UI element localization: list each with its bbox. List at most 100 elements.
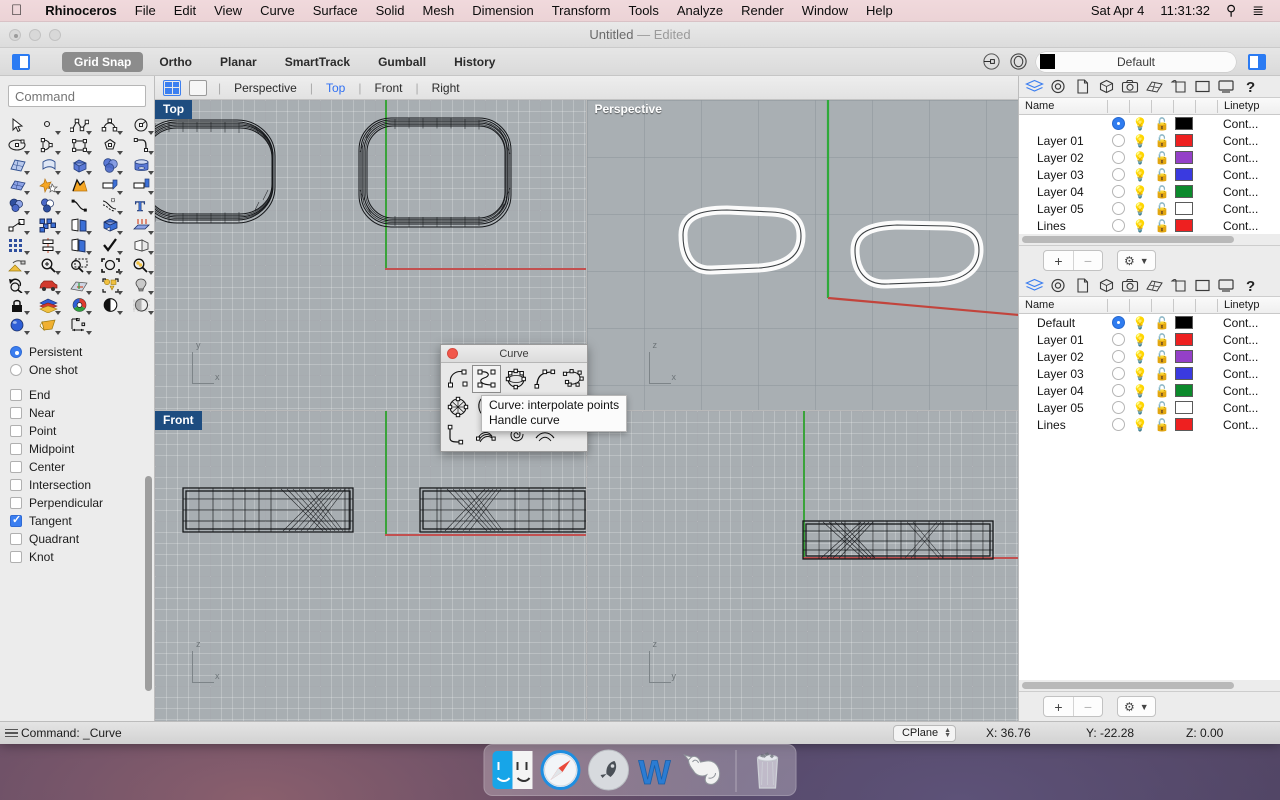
explode-icon[interactable] bbox=[33, 175, 64, 195]
rotate-3d-icon[interactable] bbox=[95, 215, 126, 235]
end-checkbox[interactable] bbox=[10, 389, 22, 401]
boolean-union-icon[interactable] bbox=[2, 195, 33, 215]
visibility-bulb-icon[interactable]: 💡 bbox=[1129, 202, 1151, 216]
page-layout-icon[interactable] bbox=[1166, 276, 1190, 296]
trim2-icon[interactable] bbox=[126, 175, 157, 195]
mirror-icon[interactable] bbox=[64, 215, 95, 235]
arc-icon[interactable] bbox=[33, 135, 64, 155]
zoom-in-icon[interactable] bbox=[33, 255, 64, 275]
four-view-layout-icon[interactable] bbox=[163, 79, 181, 96]
launchpad-icon[interactable] bbox=[587, 748, 631, 792]
menu-item-mesh[interactable]: Mesh bbox=[414, 0, 464, 22]
finder-icon[interactable] bbox=[491, 748, 535, 792]
close-button[interactable] bbox=[9, 28, 21, 41]
render-icon[interactable] bbox=[2, 255, 33, 275]
light-icon[interactable] bbox=[126, 275, 157, 295]
tab-front[interactable]: Front bbox=[368, 81, 408, 95]
table-row[interactable]: Layer 03 💡 🔓 Cont... bbox=[1019, 365, 1280, 382]
near-checkbox[interactable] bbox=[10, 407, 22, 419]
single-view-layout-icon[interactable] bbox=[189, 79, 207, 96]
table-row[interactable]: Lines 💡 🔓 Cont... bbox=[1019, 416, 1280, 433]
table-row[interactable]: Default 💡 🔓 Cont... bbox=[1019, 314, 1280, 331]
visibility-bulb-icon[interactable]: 💡 bbox=[1129, 117, 1151, 131]
fillet-curve-icon[interactable] bbox=[126, 135, 157, 155]
safari-icon[interactable] bbox=[539, 748, 583, 792]
curve-palette-header[interactable]: Curve bbox=[441, 345, 587, 363]
layer-color-swatch[interactable] bbox=[1175, 151, 1193, 164]
quadrant-checkbox[interactable] bbox=[10, 533, 22, 545]
notes-icon[interactable] bbox=[1070, 276, 1094, 296]
cplane-selector[interactable]: CPlane ▲ ▼ bbox=[892, 724, 956, 742]
circle-icon[interactable] bbox=[126, 115, 157, 135]
layer-color-swatch[interactable] bbox=[1175, 134, 1193, 147]
extrude-surface-icon[interactable] bbox=[33, 155, 64, 175]
lock-icon[interactable]: 🔓 bbox=[1151, 219, 1173, 233]
osnap-perpendicular[interactable]: Perpendicular bbox=[10, 494, 154, 512]
lock-icon[interactable]: 🔓 bbox=[1151, 384, 1173, 398]
camera-icon[interactable] bbox=[1118, 77, 1142, 97]
named-views-icon[interactable] bbox=[1190, 276, 1214, 296]
undo-view-icon[interactable] bbox=[2, 275, 33, 295]
maximize-button[interactable] bbox=[49, 28, 61, 41]
render-sphere-icon[interactable] bbox=[2, 315, 33, 335]
left-panel-toggle-icon[interactable] bbox=[12, 53, 30, 70]
menu-item-analyze[interactable]: Analyze bbox=[668, 0, 732, 22]
object-props-icon[interactable] bbox=[1094, 77, 1118, 97]
polyline-icon[interactable] bbox=[64, 115, 95, 135]
menu-item-dimension[interactable]: Dimension bbox=[463, 0, 542, 22]
page-layout-icon[interactable] bbox=[1166, 77, 1190, 97]
updown-stepper-icon[interactable]: ▲ ▼ bbox=[944, 727, 951, 739]
grid-array-icon[interactable] bbox=[2, 235, 33, 255]
help-icon[interactable]: ? bbox=[1238, 77, 1262, 97]
osnap-center[interactable]: Center bbox=[10, 458, 154, 476]
menu-item-solid[interactable]: Solid bbox=[367, 0, 414, 22]
add-layer-button[interactable]: + bbox=[1044, 697, 1073, 716]
named-cplane-icon[interactable] bbox=[64, 275, 95, 295]
lock-icon[interactable]: 🔓 bbox=[1151, 418, 1173, 432]
current-layer-radio[interactable] bbox=[1111, 367, 1125, 380]
layer-options-menu[interactable]: ⚙ ▼ bbox=[1117, 696, 1156, 717]
menu-item-curve[interactable]: Curve bbox=[251, 0, 304, 22]
center-checkbox[interactable] bbox=[10, 461, 22, 473]
point-checkbox[interactable] bbox=[10, 425, 22, 437]
current-layer-radio[interactable] bbox=[1111, 384, 1125, 397]
osnap-end[interactable]: End bbox=[10, 386, 154, 404]
layers-icon[interactable] bbox=[1022, 276, 1046, 296]
layer-color-swatch[interactable] bbox=[1175, 384, 1193, 397]
help-icon[interactable]: ? bbox=[1238, 276, 1262, 296]
sphere-boolean-icon[interactable] bbox=[95, 155, 126, 175]
midpoint-checkbox[interactable] bbox=[10, 443, 22, 455]
tab-right[interactable]: Right bbox=[426, 81, 466, 95]
visibility-bulb-icon[interactable]: 💡 bbox=[1129, 316, 1151, 330]
tab-perspective[interactable]: Perspective bbox=[228, 81, 303, 95]
word-icon[interactable]: W W bbox=[635, 748, 679, 793]
select-objects-icon[interactable] bbox=[95, 275, 126, 295]
viewport-label-top[interactable]: Top bbox=[155, 100, 193, 119]
select-arrow-icon[interactable] bbox=[2, 115, 33, 135]
menu-item-window[interactable]: Window bbox=[793, 0, 857, 22]
point-icon[interactable] bbox=[33, 115, 64, 135]
intersection-checkbox[interactable] bbox=[10, 479, 22, 491]
layer-color-swatch[interactable] bbox=[1175, 219, 1193, 232]
grid-snap-button[interactable]: Grid Snap bbox=[62, 51, 144, 72]
osnap-point[interactable]: Point bbox=[10, 422, 154, 440]
control-point-curve-icon[interactable] bbox=[443, 365, 472, 393]
minimize-button[interactable] bbox=[29, 28, 41, 41]
menu-item-file[interactable]: File bbox=[126, 0, 165, 22]
visibility-bulb-icon[interactable]: 💡 bbox=[1129, 168, 1151, 182]
layer-color-swatch[interactable] bbox=[1175, 350, 1193, 363]
curve-from-object-icon[interactable] bbox=[64, 195, 95, 215]
current-layer-radio[interactable] bbox=[1111, 219, 1125, 232]
lock-icon[interactable]: 🔓 bbox=[1151, 185, 1173, 199]
trim-icon[interactable] bbox=[95, 175, 126, 195]
table-row[interactable]: Layer 05 💡 🔓 Cont... bbox=[1019, 399, 1280, 416]
scale-icon[interactable] bbox=[2, 215, 33, 235]
layer-color-swatch[interactable] bbox=[1175, 202, 1193, 215]
interpolate-points-curve-icon[interactable] bbox=[472, 365, 501, 393]
visibility-bulb-icon[interactable]: 💡 bbox=[1129, 333, 1151, 347]
current-layer-radio[interactable] bbox=[1111, 350, 1125, 363]
apple-logo-icon[interactable]:  bbox=[11, 3, 22, 18]
visibility-bulb-icon[interactable]: 💡 bbox=[1129, 401, 1151, 415]
viewport-front[interactable]: z x Front bbox=[155, 410, 587, 721]
lock-icon[interactable]: 🔓 bbox=[1151, 367, 1173, 381]
